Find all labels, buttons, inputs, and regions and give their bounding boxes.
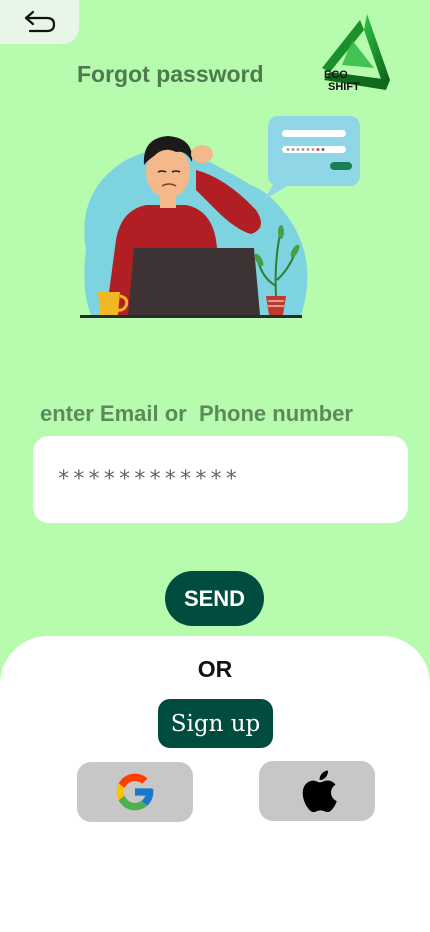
send-button[interactable]: SEND [165,571,264,626]
google-sign-in-button[interactable] [77,762,193,822]
or-divider-label: OR [197,656,233,682]
apple-icon [302,770,337,813]
back-button[interactable] [0,0,79,44]
eco-shift-logo: ECO SHIFT [312,10,396,98]
sign-up-button[interactable]: Sign up [158,699,273,748]
confused-man-at-laptop-illustration [76,110,366,325]
email-phone-input-value: ************ [57,467,240,492]
apple-sign-in-button[interactable] [259,761,375,821]
google-icon [116,773,154,811]
undo-arrow-icon [24,10,55,33]
logo-text-eco: ECO [324,69,348,81]
page-title: Forgot password [77,61,264,87]
logo-text-shift: SHIFT [328,81,360,93]
email-phone-input[interactable]: ************ [33,436,408,523]
email-phone-label: enter Email or Phone number [40,401,353,426]
